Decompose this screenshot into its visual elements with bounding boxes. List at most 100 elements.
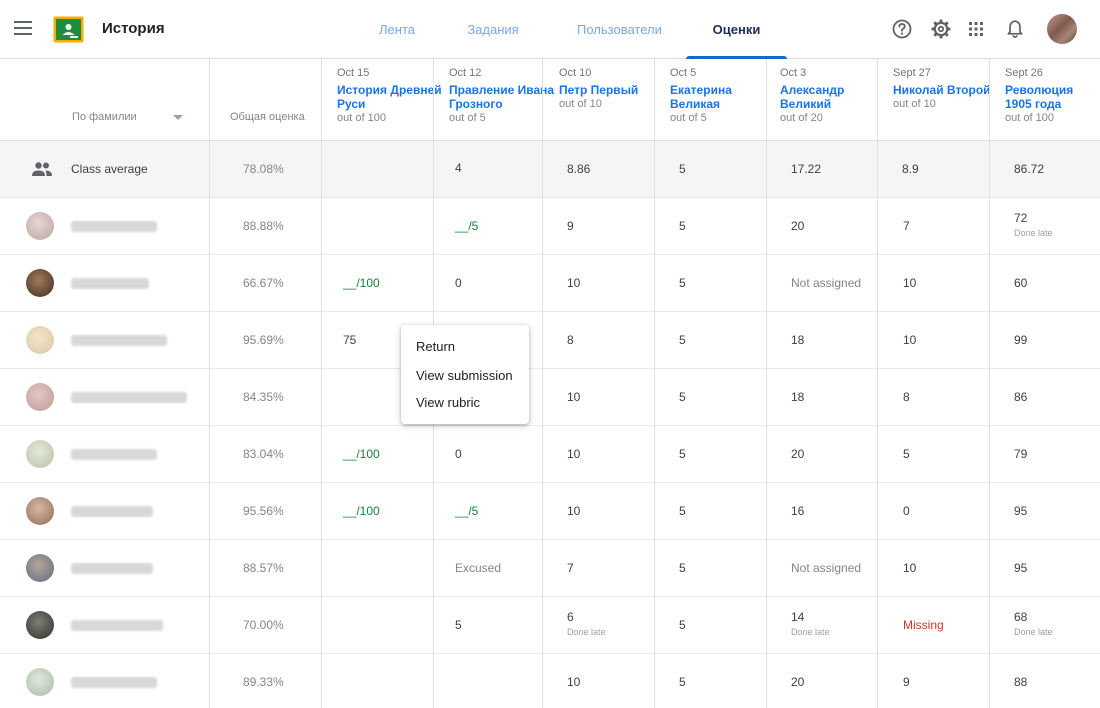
grade-cell[interactable]: 5 — [679, 390, 686, 404]
grade-cell[interactable]: 16 — [791, 504, 804, 518]
assignment-title[interactable]: Петр Первый — [559, 83, 667, 97]
grade-cell[interactable]: 72 Done late — [1014, 211, 1053, 238]
grade-cell[interactable]: __/5 — [455, 219, 478, 233]
grade-cell[interactable]: 10 — [567, 504, 580, 518]
grade-cell[interactable]: 18 — [791, 390, 804, 404]
student-avatar[interactable] — [26, 326, 54, 354]
grade-cell[interactable]: 9 — [567, 219, 574, 233]
student-name-redacted[interactable] — [71, 449, 157, 460]
grade-cell[interactable]: 20 — [791, 447, 804, 461]
grade-cell[interactable]: Excused — [455, 561, 501, 575]
grade-cell[interactable]: 10 — [567, 276, 580, 290]
grade-cell[interactable]: Missing — [903, 618, 944, 632]
menu-item-view-rubric[interactable]: View rubric — [416, 395, 480, 410]
apps-icon[interactable] — [965, 18, 987, 40]
grade-cell[interactable]: 10 — [903, 276, 916, 290]
grade-cell[interactable]: 7 — [903, 219, 910, 233]
grade-cell[interactable]: 79 — [1014, 447, 1027, 461]
student-name-redacted[interactable] — [71, 221, 157, 232]
grade-cell[interactable]: 0 — [455, 276, 462, 290]
grade-cell[interactable]: 7 — [567, 561, 574, 575]
grade-cell[interactable]: 86 — [1014, 390, 1027, 404]
tab-people[interactable]: Пользователи — [577, 0, 662, 58]
sort-select[interactable]: По фамилии — [72, 111, 137, 123]
grade-cell[interactable]: 14 Done late — [791, 610, 830, 637]
grade-cell[interactable]: 20 — [791, 219, 804, 233]
assignment-header[interactable]: Oct 5 Екатерина Великая out of 5 — [670, 66, 778, 126]
grade-cell[interactable]: 5 — [455, 618, 462, 632]
grade-cell[interactable]: 10 — [903, 561, 916, 575]
grade-cell[interactable]: 5 — [679, 561, 686, 575]
assignment-title[interactable]: Революция 1905 года — [1005, 83, 1097, 111]
grade-cell[interactable]: Not assigned — [791, 276, 861, 290]
grade-cell[interactable]: 10 — [567, 447, 580, 461]
grade-cell[interactable]: 0 — [455, 447, 462, 461]
chevron-down-icon[interactable] — [173, 115, 183, 120]
assignment-title[interactable]: Александр Великий — [780, 83, 860, 111]
assignment-title[interactable]: История Древней Руси — [337, 83, 445, 111]
student-name-redacted[interactable] — [71, 677, 157, 688]
tab-classwork[interactable]: Задания — [467, 0, 519, 58]
student-avatar[interactable] — [26, 497, 54, 525]
assignment-header[interactable]: Oct 3 Александр Великий out of 20 — [780, 66, 860, 126]
grade-cell[interactable]: 75 — [343, 333, 356, 347]
tab-stream[interactable]: Лента — [379, 0, 415, 58]
assignment-title[interactable]: Екатерина Великая — [670, 83, 778, 111]
grade-cell[interactable]: 9 — [903, 675, 910, 689]
help-icon[interactable] — [891, 18, 913, 40]
grade-cell[interactable]: 5 — [903, 447, 910, 461]
student-name-redacted[interactable] — [71, 392, 187, 403]
grade-cell[interactable]: 95 — [1014, 561, 1027, 575]
menu-item-return[interactable]: Return — [416, 339, 455, 354]
grade-cell[interactable]: 5 — [679, 276, 686, 290]
student-avatar[interactable] — [26, 611, 54, 639]
assignment-header[interactable]: Sept 27 Николай Второй out of 10 — [893, 66, 1001, 112]
grade-cell[interactable]: __/100 — [343, 447, 380, 461]
assignment-header[interactable]: Oct 10 Петр Первый out of 10 — [559, 66, 667, 112]
grade-cell[interactable]: 6 Done late — [567, 610, 606, 637]
student-name-redacted[interactable] — [71, 335, 167, 346]
student-name-redacted[interactable] — [71, 563, 153, 574]
assignment-title[interactable]: Правление Ивана Грозного — [449, 83, 557, 111]
grade-cell[interactable]: 10 — [567, 675, 580, 689]
grade-cell[interactable]: 5 — [679, 447, 686, 461]
grade-cell[interactable]: 0 — [903, 504, 910, 518]
grade-cell[interactable]: 5 — [679, 219, 686, 233]
grade-cell[interactable]: 95 — [1014, 504, 1027, 518]
student-avatar[interactable] — [26, 383, 54, 411]
student-name-redacted[interactable] — [71, 278, 149, 289]
assignment-header[interactable]: Oct 15 История Древней Руси out of 100 — [337, 66, 445, 126]
student-avatar[interactable] — [26, 212, 54, 240]
grade-cell[interactable]: 5 — [679, 675, 686, 689]
student-avatar[interactable] — [26, 554, 54, 582]
account-avatar[interactable] — [1047, 14, 1077, 44]
grade-cell[interactable]: __/100 — [343, 504, 380, 518]
bell-icon[interactable] — [1004, 18, 1026, 40]
assignment-header[interactable]: Sept 26 Революция 1905 года out of 100 — [1005, 66, 1097, 126]
grade-cell[interactable]: __/100 — [343, 276, 380, 290]
main-menu-icon[interactable] — [14, 21, 32, 35]
gear-icon[interactable] — [930, 18, 952, 40]
grade-cell[interactable]: 10 — [567, 390, 580, 404]
grade-cell[interactable]: 20 — [791, 675, 804, 689]
grade-cell[interactable]: 8 — [567, 333, 574, 347]
grade-cell[interactable]: 99 — [1014, 333, 1027, 347]
assignment-header[interactable]: Oct 12 Правление Ивана Грозного out of 5 — [449, 66, 557, 126]
grade-cell[interactable]: 5 — [679, 333, 686, 347]
menu-item-view-submission[interactable]: View submission — [416, 368, 513, 383]
grade-cell[interactable]: 8 — [903, 390, 910, 404]
student-name-redacted[interactable] — [71, 506, 153, 517]
student-avatar[interactable] — [26, 668, 54, 696]
tab-grades[interactable]: Оценки — [686, 0, 787, 59]
grade-cell[interactable]: 5 — [679, 618, 686, 632]
assignment-title[interactable]: Николай Второй — [893, 83, 1001, 97]
grade-cell[interactable]: __/5 — [455, 504, 478, 518]
grade-cell[interactable]: 5 — [679, 504, 686, 518]
grade-cell[interactable]: 88 — [1014, 675, 1027, 689]
grade-cell[interactable]: 60 — [1014, 276, 1027, 290]
grade-cell[interactable]: 18 — [791, 333, 804, 347]
student-avatar[interactable] — [26, 440, 54, 468]
student-avatar[interactable] — [26, 269, 54, 297]
student-name-redacted[interactable] — [71, 620, 163, 631]
grade-cell[interactable]: 68 Done late — [1014, 610, 1053, 637]
